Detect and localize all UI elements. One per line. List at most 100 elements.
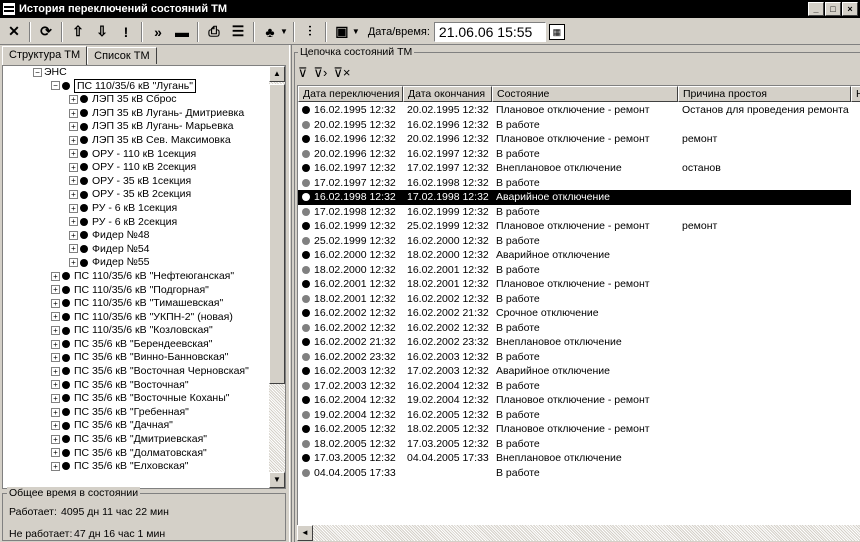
- tree-node-child[interactable]: + ЛЭП 35 кВ Лугань- Марьевка: [3, 120, 285, 134]
- expand-icon[interactable]: +: [69, 122, 78, 132]
- tree-icon[interactable]: ♣: [258, 21, 282, 43]
- column-header-extra[interactable]: Н: [851, 86, 860, 102]
- down-icon[interactable]: ⇩: [90, 21, 114, 43]
- dropdown-arrow-icon[interactable]: ▼: [352, 27, 360, 36]
- collapse-icon[interactable]: −: [51, 81, 60, 91]
- table-row[interactable]: 18.02.2000 12:32 16.02.2001 12:32 В работе: [298, 263, 851, 278]
- tree-node-root[interactable]: − ЭНС: [3, 66, 285, 80]
- panel-splitter[interactable]: [289, 45, 292, 542]
- calendar-icon[interactable]: ▦: [548, 23, 565, 40]
- minus-icon[interactable]: ▬: [170, 21, 194, 43]
- table-row[interactable]: 19.02.2004 12:32 16.02.2005 12:32 В работе: [298, 408, 851, 423]
- tm-tree[interactable]: − ЭНС − ПС 110/35/6 кВ "Лугань" + ЛЭП 35 кВ С…: [2, 65, 286, 489]
- table-row[interactable]: 16.02.1998 12:32 17.02.1998 12:32 Аварийно…: [298, 190, 851, 205]
- expand-icon[interactable]: +: [51, 461, 60, 471]
- tree-node-sibling[interactable]: + ПС 35/6 кВ "Восточная Черновская": [3, 365, 285, 379]
- up-icon[interactable]: ⇧: [66, 21, 90, 43]
- filter-next-icon[interactable]: ⊽›: [314, 65, 328, 81]
- table-row[interactable]: 16.02.2002 12:32 16.02.2002 12:32 В работе: [298, 321, 851, 336]
- expand-icon[interactable]: +: [51, 312, 60, 322]
- tree-node-sibling[interactable]: + ПС 35/6 кВ "Берендеевская": [3, 338, 285, 352]
- tree-vertical-scrollbar[interactable]: ▲ ▼: [269, 66, 285, 488]
- expand-icon[interactable]: +: [51, 407, 60, 417]
- tree-node-sibling[interactable]: + ПС 35/6 кВ "Восточные Коханы": [3, 392, 285, 406]
- filter-icon[interactable]: ⫶: [298, 21, 322, 43]
- tab-structure[interactable]: Структура ТМ: [2, 46, 88, 65]
- expand-icon[interactable]: +: [69, 217, 78, 227]
- table-row[interactable]: 18.02.2001 12:32 16.02.2002 12:32 В работе: [298, 292, 851, 307]
- expand-icon[interactable]: +: [51, 434, 60, 444]
- tree-node-sibling[interactable]: + ПС 35/6 кВ "Восточная": [3, 379, 285, 393]
- tree-node-child[interactable]: + РУ - 6 кВ 2секция: [3, 216, 285, 230]
- tree-node-sibling[interactable]: + ПС 35/6 кВ "Гребенная": [3, 406, 285, 420]
- tree-node-child[interactable]: + ОРУ - 35 кВ 1секция: [3, 175, 285, 189]
- column-header-reason[interactable]: Причина простоя: [678, 86, 851, 102]
- tree-node-selected[interactable]: − ПС 110/35/6 кВ "Лугань": [3, 78, 285, 94]
- scroll-thumb[interactable]: [269, 84, 285, 384]
- tree-node-sibling[interactable]: + ПС 35/6 кВ "Дмитриевская": [3, 433, 285, 447]
- tree-node-child[interactable]: + ЛЭП 35 кВ Сброс: [3, 93, 285, 107]
- table-row[interactable]: 16.02.2002 21:32 16.02.2002 23:32 Внеплано…: [298, 335, 851, 350]
- tree-node-sibling[interactable]: + ПС 110/35/6 кВ "Нефтеюганская": [3, 270, 285, 284]
- minimize-button[interactable]: _: [808, 2, 824, 16]
- table-row[interactable]: 16.02.2000 12:32 18.02.2000 12:32 Аварийно…: [298, 248, 851, 263]
- expand-icon[interactable]: +: [51, 271, 60, 281]
- expand-icon[interactable]: +: [51, 380, 60, 390]
- expand-icon[interactable]: +: [69, 162, 78, 172]
- expand-icon[interactable]: +: [69, 244, 78, 254]
- expand-icon[interactable]: +: [51, 421, 60, 431]
- tree-node-sibling[interactable]: + ПС 110/35/6 кВ "УКПН-2" (новая): [3, 311, 285, 325]
- expand-icon[interactable]: +: [69, 135, 78, 145]
- expand-icon[interactable]: +: [51, 298, 60, 308]
- table-row[interactable]: 04.04.2005 17:33 В работе: [298, 466, 851, 481]
- table-row[interactable]: 17.02.2003 12:32 16.02.2004 12:32 В работе: [298, 379, 851, 394]
- filter-icon[interactable]: ⊽: [298, 65, 308, 81]
- table-row[interactable]: 20.02.1996 12:32 16.02.1997 12:32 В работе: [298, 147, 851, 162]
- expand-icon[interactable]: +: [51, 448, 60, 458]
- grid-horizontal-scrollbar[interactable]: ◄: [297, 525, 860, 541]
- scroll-up-icon[interactable]: ▲: [269, 66, 285, 82]
- expand-icon[interactable]: +: [69, 149, 78, 159]
- expand-icon[interactable]: +: [69, 230, 78, 240]
- expand-icon[interactable]: +: [51, 339, 60, 349]
- tab-list[interactable]: Список ТМ: [87, 47, 157, 64]
- expand-icon[interactable]: +: [51, 393, 60, 403]
- expand-icon[interactable]: +: [69, 203, 78, 213]
- tree-node-child[interactable]: + Фидер №55: [3, 256, 285, 270]
- expand-icon[interactable]: +: [69, 108, 78, 118]
- column-header-state[interactable]: Состояние: [492, 86, 678, 102]
- table-row[interactable]: 16.02.2002 12:32 16.02.2002 21:32 Срочное …: [298, 306, 851, 321]
- tree-node-sibling[interactable]: + ПС 110/35/6 кВ "Тимашевская": [3, 297, 285, 311]
- maximize-button[interactable]: □: [825, 2, 841, 16]
- print-icon[interactable]: ⎙: [202, 21, 226, 43]
- table-row[interactable]: 18.02.2005 12:32 17.03.2005 12:32 В работе: [298, 437, 851, 452]
- expand-icon[interactable]: +: [51, 326, 60, 335]
- tree-node-child[interactable]: + ЛЭП 35 кВ Лугань- Дмитриевка: [3, 107, 285, 121]
- refresh-icon[interactable]: ⟳: [34, 21, 58, 43]
- tree-node-sibling[interactable]: + ПС 35/6 кВ "Дачная": [3, 419, 285, 433]
- date-time-field[interactable]: 21.06.06 15:55: [433, 21, 546, 42]
- tree-node-child[interactable]: + ОРУ - 35 кВ 2секция: [3, 188, 285, 202]
- forward-icon[interactable]: »: [146, 21, 170, 43]
- table-row[interactable]: 16.02.1996 12:32 20.02.1996 12:32 Плановое…: [298, 132, 851, 147]
- tree-node-sibling[interactable]: + ПС 35/6 кВ "Долматовская": [3, 447, 285, 461]
- tree-node-child[interactable]: + ОРУ - 110 кВ 1секция: [3, 148, 285, 162]
- close-icon[interactable]: ✕: [2, 21, 26, 43]
- expand-icon[interactable]: +: [69, 258, 78, 268]
- tree-node-child[interactable]: + ОРУ - 110 кВ 2секция: [3, 161, 285, 175]
- scroll-left-icon[interactable]: ◄: [297, 525, 313, 541]
- tree-node-child[interactable]: + Фидер №48: [3, 229, 285, 243]
- column-header-end[interactable]: Дата окончания: [403, 86, 492, 102]
- table-row[interactable]: 17.03.2005 12:32 04.04.2005 17:33 Внеплано…: [298, 451, 851, 466]
- list-icon[interactable]: ☰: [226, 21, 250, 43]
- expand-icon[interactable]: +: [69, 94, 78, 104]
- tree-node-sibling[interactable]: + ПС 110/35/6 кВ "Козловская": [3, 324, 285, 338]
- tree-node-child[interactable]: + РУ - 6 кВ 1секция: [3, 202, 285, 216]
- expand-icon[interactable]: +: [69, 190, 78, 200]
- close-window-button[interactable]: ×: [842, 2, 858, 16]
- table-row[interactable]: 17.02.1998 12:32 16.02.1999 12:32 В работе: [298, 205, 851, 220]
- alert-icon[interactable]: !: [114, 21, 138, 43]
- expand-icon[interactable]: +: [69, 176, 78, 186]
- tree-node-child[interactable]: + ЛЭП 35 кВ Сев. Максимовка: [3, 134, 285, 148]
- table-row[interactable]: 17.02.1997 12:32 16.02.1998 12:32 В работе: [298, 176, 851, 191]
